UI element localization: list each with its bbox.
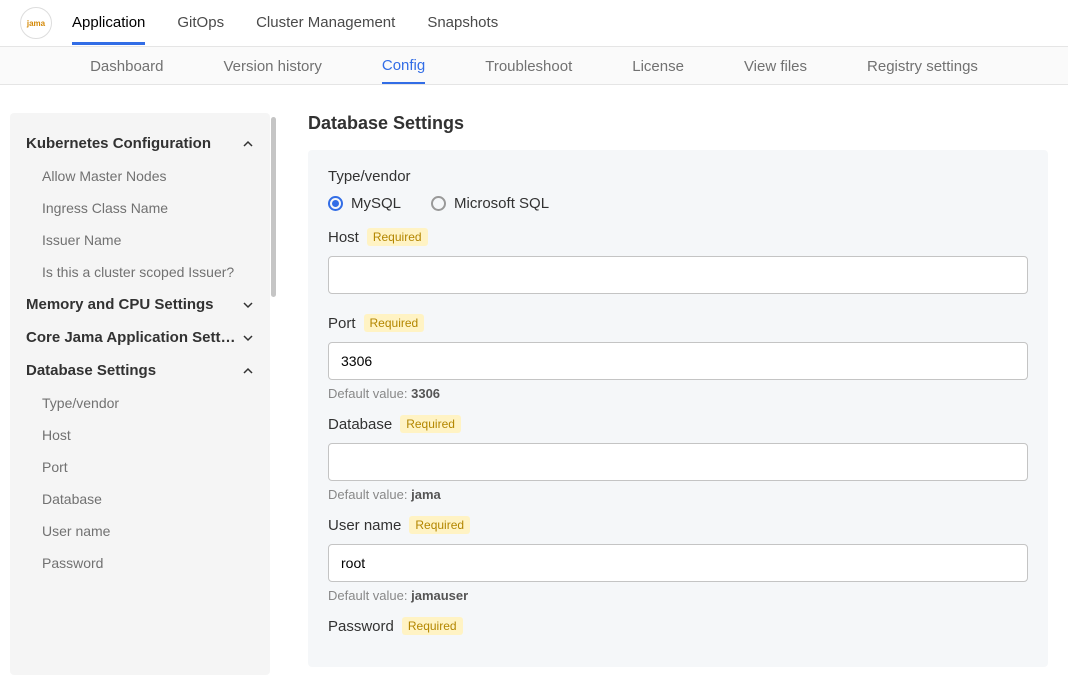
- host-input[interactable]: [328, 256, 1028, 294]
- subnav-view-files[interactable]: View files: [744, 49, 807, 83]
- chevron-down-icon: [242, 332, 254, 344]
- required-badge: Required: [402, 617, 463, 635]
- subnav-dashboard[interactable]: Dashboard: [90, 49, 163, 83]
- radio-mssql-label: Microsoft SQL: [454, 195, 549, 212]
- subnav-license[interactable]: License: [632, 49, 684, 83]
- section-core-jama-app[interactable]: Core Jama Application Setti…: [10, 321, 270, 354]
- type-vendor-label: Type/vendor: [328, 168, 1028, 185]
- subnav-troubleshoot[interactable]: Troubleshoot: [485, 49, 572, 83]
- database-input[interactable]: [328, 443, 1028, 481]
- sidebar-item-username[interactable]: User name: [10, 515, 270, 547]
- subnav-config[interactable]: Config: [382, 48, 425, 84]
- password-label: Password: [328, 618, 394, 635]
- required-badge: Required: [400, 415, 461, 433]
- radio-mssql[interactable]: Microsoft SQL: [431, 195, 549, 212]
- sidebar-item-port[interactable]: Port: [10, 451, 270, 483]
- chevron-up-icon: [242, 138, 254, 150]
- port-input[interactable]: [328, 342, 1028, 380]
- config-sidebar: Kubernetes Configuration Allow Master No…: [10, 113, 270, 675]
- section-title: Kubernetes Configuration: [26, 135, 211, 152]
- section-memory-cpu[interactable]: Memory and CPU Settings: [10, 288, 270, 321]
- sidebar-item-cluster-scoped-issuer[interactable]: Is this a cluster scoped Issuer?: [10, 256, 270, 288]
- required-badge: Required: [409, 516, 470, 534]
- sidebar-item-allow-master-nodes[interactable]: Allow Master Nodes: [10, 160, 270, 192]
- subnav-version-history[interactable]: Version history: [223, 49, 321, 83]
- radio-mssql-input[interactable]: [431, 196, 446, 211]
- section-title: Database Settings: [26, 362, 156, 379]
- port-label: Port: [328, 315, 356, 332]
- section-kubernetes-config[interactable]: Kubernetes Configuration: [10, 127, 270, 160]
- page-title: Database Settings: [308, 113, 1048, 134]
- main-content: Database Settings Type/vendor MySQL Micr…: [308, 113, 1058, 675]
- nav-gitops[interactable]: GitOps: [177, 1, 224, 45]
- chevron-up-icon: [242, 365, 254, 377]
- database-default: Default value: jama: [328, 487, 1028, 502]
- database-settings-form: Type/vendor MySQL Microsoft SQL Host: [308, 150, 1048, 667]
- required-badge: Required: [367, 228, 428, 246]
- chevron-down-icon: [242, 299, 254, 311]
- sidebar-item-issuer-name[interactable]: Issuer Name: [10, 224, 270, 256]
- username-input[interactable]: [328, 544, 1028, 582]
- nav-snapshots[interactable]: Snapshots: [427, 1, 498, 45]
- section-title: Core Jama Application Setti…: [26, 329, 236, 346]
- section-title: Memory and CPU Settings: [26, 296, 214, 313]
- sidebar-item-password[interactable]: Password: [10, 547, 270, 579]
- section-database-settings[interactable]: Database Settings: [10, 354, 270, 387]
- sidebar-item-ingress-class-name[interactable]: Ingress Class Name: [10, 192, 270, 224]
- username-label: User name: [328, 517, 401, 534]
- sidebar-item-database[interactable]: Database: [10, 483, 270, 515]
- username-default: Default value: jamauser: [328, 588, 1028, 603]
- nav-application[interactable]: Application: [72, 1, 145, 45]
- sub-nav: Dashboard Version history Config Trouble…: [0, 47, 1068, 85]
- radio-mysql[interactable]: MySQL: [328, 195, 401, 212]
- required-badge: Required: [364, 314, 425, 332]
- sidebar-item-type-vendor[interactable]: Type/vendor: [10, 387, 270, 419]
- scrollbar-thumb[interactable]: [271, 117, 276, 297]
- port-default: Default value: 3306: [328, 386, 1028, 401]
- sidebar-item-host[interactable]: Host: [10, 419, 270, 451]
- database-label: Database: [328, 416, 392, 433]
- subnav-registry-settings[interactable]: Registry settings: [867, 49, 978, 83]
- host-label: Host: [328, 229, 359, 246]
- radio-mysql-label: MySQL: [351, 195, 401, 212]
- radio-mysql-input[interactable]: [328, 196, 343, 211]
- nav-cluster-management[interactable]: Cluster Management: [256, 1, 395, 45]
- app-logo: jama: [20, 7, 52, 39]
- top-nav-items: Application GitOps Cluster Management Sn…: [72, 1, 498, 45]
- top-nav: jama Application GitOps Cluster Manageme…: [0, 0, 1068, 47]
